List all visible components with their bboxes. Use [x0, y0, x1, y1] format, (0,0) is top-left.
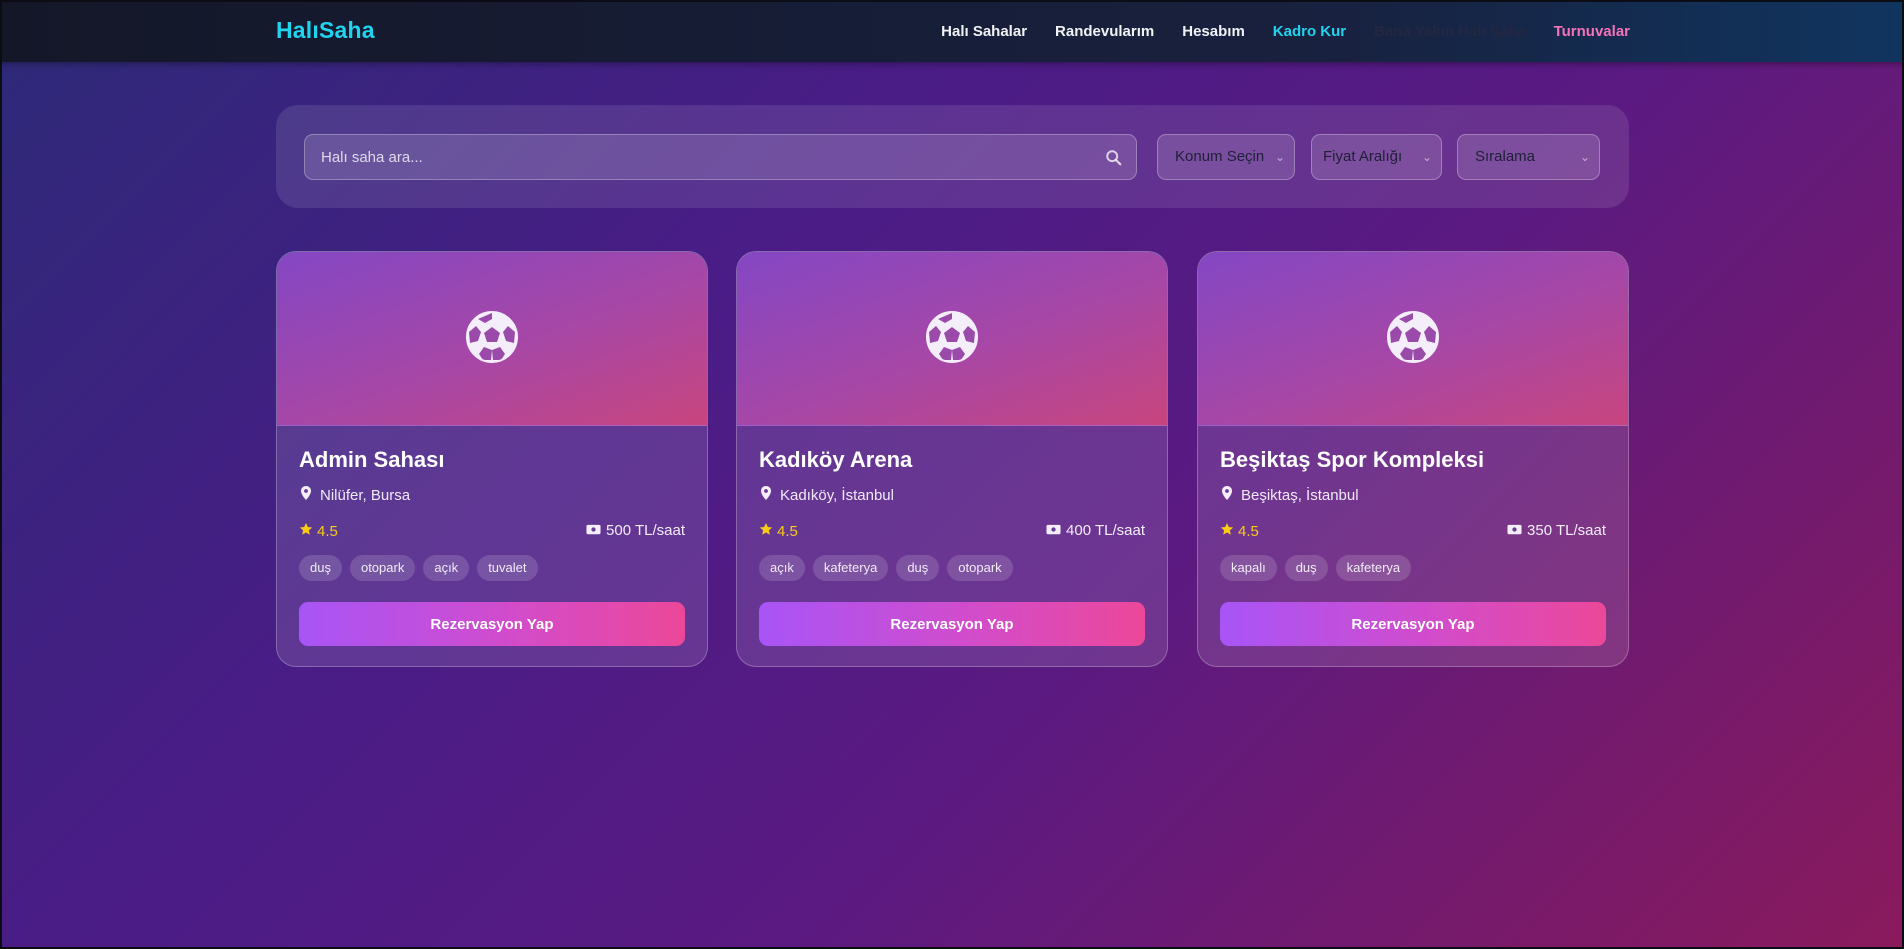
brand-logo[interactable]: HalıSaha	[276, 17, 375, 44]
amenity-tag: kafeterya	[812, 555, 889, 581]
amenity-tags: kapalı duş kafeterya	[1220, 555, 1412, 581]
venue-rating-value: 4.5	[1238, 522, 1259, 540]
nav-link-hesabim[interactable]: Hesabım	[1182, 23, 1245, 40]
venue-image	[1198, 252, 1628, 426]
star-icon	[299, 522, 313, 540]
reserve-button[interactable]: Rezervasyon Yap	[299, 602, 685, 646]
search-input[interactable]	[305, 135, 1136, 179]
amenity-tag: tuvalet	[477, 555, 538, 581]
money-bill-icon	[586, 522, 601, 539]
star-icon	[1220, 522, 1234, 540]
soccer-ball-icon	[465, 310, 519, 364]
amenity-tag: otopark	[947, 555, 1013, 581]
top-navbar: HalıSaha Halı Sahalar Randevularım Hesab…	[0, 0, 1904, 62]
amenity-tag: açık	[423, 555, 470, 581]
venue-price-value: 350 TL/saat	[1527, 522, 1606, 539]
venue-name: Admin Sahası	[299, 447, 445, 472]
star-icon	[759, 522, 773, 540]
venue-card[interactable]: Kadıköy Arena Kadıköy, İstanbul 4.5 400 …	[736, 251, 1168, 667]
amenity-tag: kapalı	[1220, 555, 1277, 581]
venue-location-text: Beşiktaş, İstanbul	[1241, 486, 1359, 504]
location-select-value: Konum Seçin	[1175, 148, 1265, 165]
venue-image	[737, 252, 1167, 426]
venue-price: 400 TL/saat	[1046, 522, 1145, 539]
sort-select-value: Sıralama	[1475, 148, 1536, 165]
venue-name: Kadıköy Arena	[759, 447, 913, 472]
map-pin-icon	[759, 485, 773, 505]
sort-select[interactable]: Sıralama ⌄	[1457, 134, 1600, 180]
search-icon[interactable]	[1105, 149, 1123, 167]
reserve-button[interactable]: Rezervasyon Yap	[1220, 602, 1606, 646]
venue-location-text: Nilüfer, Bursa	[320, 486, 411, 504]
nav-link-turnuvalar[interactable]: Turnuvalar	[1554, 23, 1630, 40]
money-bill-icon	[1046, 522, 1061, 539]
venue-name: Beşiktaş Spor Kompleksi	[1220, 447, 1485, 472]
venue-image	[277, 252, 707, 426]
nav-link-hali-sahalar[interactable]: Halı Sahalar	[941, 23, 1027, 40]
amenity-tag: duş	[299, 555, 342, 581]
venue-price: 350 TL/saat	[1507, 522, 1606, 539]
chevron-down-icon: ⌄	[1421, 150, 1432, 164]
venue-location: Beşiktaş, İstanbul	[1220, 485, 1359, 505]
amenity-tag: kafeterya	[1335, 555, 1412, 581]
amenity-tags: açık kafeterya duş otopark	[759, 555, 1013, 581]
venue-rating-value: 4.5	[777, 522, 798, 540]
map-pin-icon	[1220, 485, 1234, 505]
soccer-ball-icon	[1386, 310, 1440, 364]
price-range-select[interactable]: Fiyat Aralığı ⌄	[1311, 134, 1442, 180]
soccer-ball-icon	[925, 310, 979, 364]
search-panel: Konum Seçin ⌄ Fiyat Aralığı ⌄ Sıralama ⌄	[276, 105, 1629, 208]
venue-location: Kadıköy, İstanbul	[759, 485, 894, 505]
amenity-tag: duş	[1284, 555, 1328, 581]
venue-card[interactable]: Admin Sahası Nilüfer, Bursa 4.5 500 TL/s…	[276, 251, 708, 667]
amenity-tag: duş	[896, 555, 940, 581]
venue-price: 500 TL/saat	[586, 522, 685, 539]
venue-rating: 4.5	[759, 522, 798, 540]
chevron-down-icon: ⌄	[1274, 150, 1285, 164]
venue-rating-value: 4.5	[317, 522, 338, 540]
money-bill-icon	[1507, 522, 1522, 539]
search-box	[304, 134, 1137, 180]
amenity-tags: duş otopark açık tuvalet	[299, 555, 538, 581]
venue-rating: 4.5	[1220, 522, 1259, 540]
venue-price-value: 400 TL/saat	[1066, 522, 1145, 539]
location-select[interactable]: Konum Seçin ⌄	[1157, 134, 1295, 180]
nav-link-randevularim[interactable]: Randevularım	[1055, 23, 1154, 40]
venue-location-text: Kadıköy, İstanbul	[780, 486, 894, 504]
chevron-down-icon: ⌄	[1579, 150, 1590, 164]
amenity-tag: açık	[759, 555, 805, 581]
venue-location: Nilüfer, Bursa	[299, 485, 410, 505]
amenity-tag: otopark	[349, 555, 416, 581]
price-range-select-value: Fiyat Aralığı	[1323, 148, 1403, 165]
reserve-button[interactable]: Rezervasyon Yap	[759, 602, 1145, 646]
venue-card[interactable]: Beşiktaş Spor Kompleksi Beşiktaş, İstanb…	[1197, 251, 1629, 667]
nav-link-kadro-kur[interactable]: Kadro Kur	[1273, 23, 1346, 40]
venue-rating: 4.5	[299, 522, 338, 540]
main-nav: Halı Sahalar Randevularım Hesabım Kadro …	[941, 23, 1630, 40]
venue-price-value: 500 TL/saat	[606, 522, 685, 539]
map-pin-icon	[299, 485, 313, 505]
nav-link-bana-yakin[interactable]: Bana Yakın Halı Saha	[1374, 23, 1525, 40]
